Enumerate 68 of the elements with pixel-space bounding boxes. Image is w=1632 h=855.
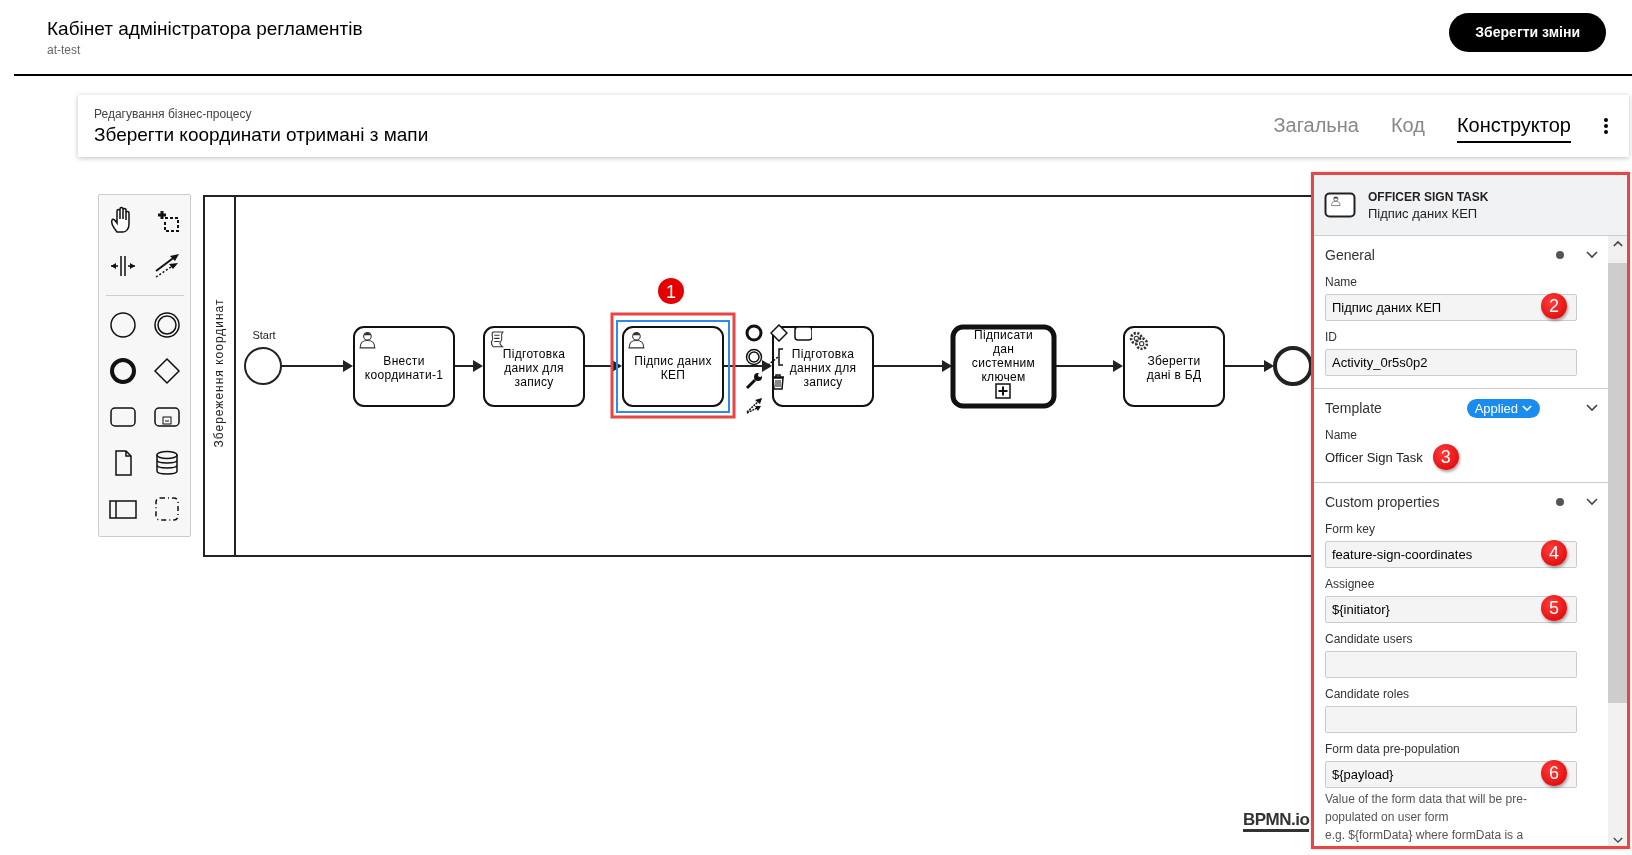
intermediate-event-icon[interactable] bbox=[746, 349, 762, 365]
person-icon bbox=[629, 332, 644, 348]
start-event bbox=[244, 347, 282, 385]
script-icon bbox=[491, 332, 503, 347]
task-label: Підготовка данних для запису bbox=[788, 347, 858, 389]
end-event bbox=[1273, 346, 1311, 386]
task-label: Підписати дан системним ключем bbox=[970, 329, 1037, 383]
more-menu-icon[interactable] bbox=[1603, 117, 1609, 135]
callout-badge: 3 bbox=[1432, 444, 1459, 470]
sequence-flow bbox=[453, 360, 483, 372]
element-name: Підпис даних КЕП bbox=[1368, 205, 1479, 221]
process-title: Зберегти координати отримані з мапи bbox=[94, 123, 429, 146]
trash-icon[interactable] bbox=[772, 375, 784, 389]
field-label: Name bbox=[1325, 275, 1358, 289]
field-label: ID bbox=[1325, 330, 1338, 344]
field-label: Name bbox=[1325, 428, 1358, 442]
field-label: Candidate users bbox=[1325, 632, 1414, 646]
element-type: OFFICER SIGN TASK bbox=[1368, 189, 1489, 204]
task-label: Підготовка даних для запису bbox=[501, 347, 567, 389]
field-label: Form data pre-population bbox=[1325, 742, 1461, 756]
input-field[interactable]: Activity_0r5s0p2 bbox=[1325, 349, 1577, 376]
field-label: Form key bbox=[1325, 522, 1376, 536]
chevron-down-icon[interactable] bbox=[1586, 251, 1598, 259]
task-label: Підпис даних КЕП bbox=[633, 354, 713, 382]
template-name: Officer Sign Task bbox=[1325, 449, 1423, 465]
event-label: Start bbox=[252, 329, 276, 341]
app-subtitle: at-test bbox=[47, 42, 82, 57]
section-title[interactable]: Custom properties bbox=[1325, 494, 1556, 510]
section-title[interactable]: Template bbox=[1325, 400, 1467, 416]
help-text: e.g. ${formData} where formData is a bbox=[1325, 827, 1525, 844]
chevron-down-icon[interactable] bbox=[1586, 498, 1598, 506]
chevron-down-icon[interactable] bbox=[1586, 404, 1598, 412]
field-label: Candidate roles bbox=[1325, 687, 1411, 701]
task-icon[interactable] bbox=[795, 327, 812, 340]
scroll-up-icon[interactable] bbox=[1612, 240, 1623, 247]
annotation-icon[interactable] bbox=[768, 349, 783, 365]
gears-icon bbox=[1131, 333, 1147, 349]
scrollbar[interactable] bbox=[1608, 236, 1627, 846]
gateway-tool-icon[interactable] bbox=[151, 356, 182, 386]
end-event-icon[interactable] bbox=[747, 326, 761, 340]
gateway-icon[interactable] bbox=[771, 325, 787, 341]
scroll-down-icon[interactable] bbox=[1612, 837, 1623, 844]
chevron-down-icon bbox=[1522, 404, 1532, 412]
start-event-tool-icon[interactable] bbox=[107, 310, 138, 340]
breadcrumb-caption: Редагування бізнес-процесу bbox=[94, 106, 253, 121]
wrench-icon[interactable] bbox=[747, 373, 762, 388]
lane-label: Збереження координат bbox=[212, 298, 226, 448]
tab[interactable]: Код bbox=[1390, 109, 1425, 143]
end-event-tool-icon[interactable] bbox=[107, 356, 138, 386]
input-field[interactable] bbox=[1325, 651, 1577, 678]
sequence-flow bbox=[722, 360, 772, 372]
field-label: Assignee bbox=[1325, 577, 1376, 591]
person-icon bbox=[360, 332, 375, 348]
connect-arrow-icon[interactable] bbox=[747, 398, 762, 413]
tab[interactable]: Конструктор bbox=[1456, 109, 1571, 143]
bpmn-io-logo[interactable]: BPMN.io bbox=[1243, 811, 1310, 832]
section-title[interactable]: General bbox=[1325, 247, 1556, 263]
task-label: Зберегти дані в БД bbox=[1145, 354, 1203, 382]
save-button[interactable]: Зберегти зміни bbox=[1449, 12, 1606, 52]
tab[interactable]: Загальна bbox=[1273, 109, 1359, 143]
callout-badge: 1 bbox=[658, 278, 684, 304]
task-label: Внести координати-1 bbox=[364, 354, 444, 382]
intermediate-event-tool-icon[interactable] bbox=[151, 310, 182, 340]
user-task-icon bbox=[1324, 192, 1356, 218]
expand-marker-icon bbox=[996, 384, 1010, 398]
input-field[interactable] bbox=[1325, 706, 1577, 733]
sequence-flow bbox=[1223, 360, 1274, 372]
app-title: Кабінет адміністратора регламентів bbox=[47, 17, 363, 40]
